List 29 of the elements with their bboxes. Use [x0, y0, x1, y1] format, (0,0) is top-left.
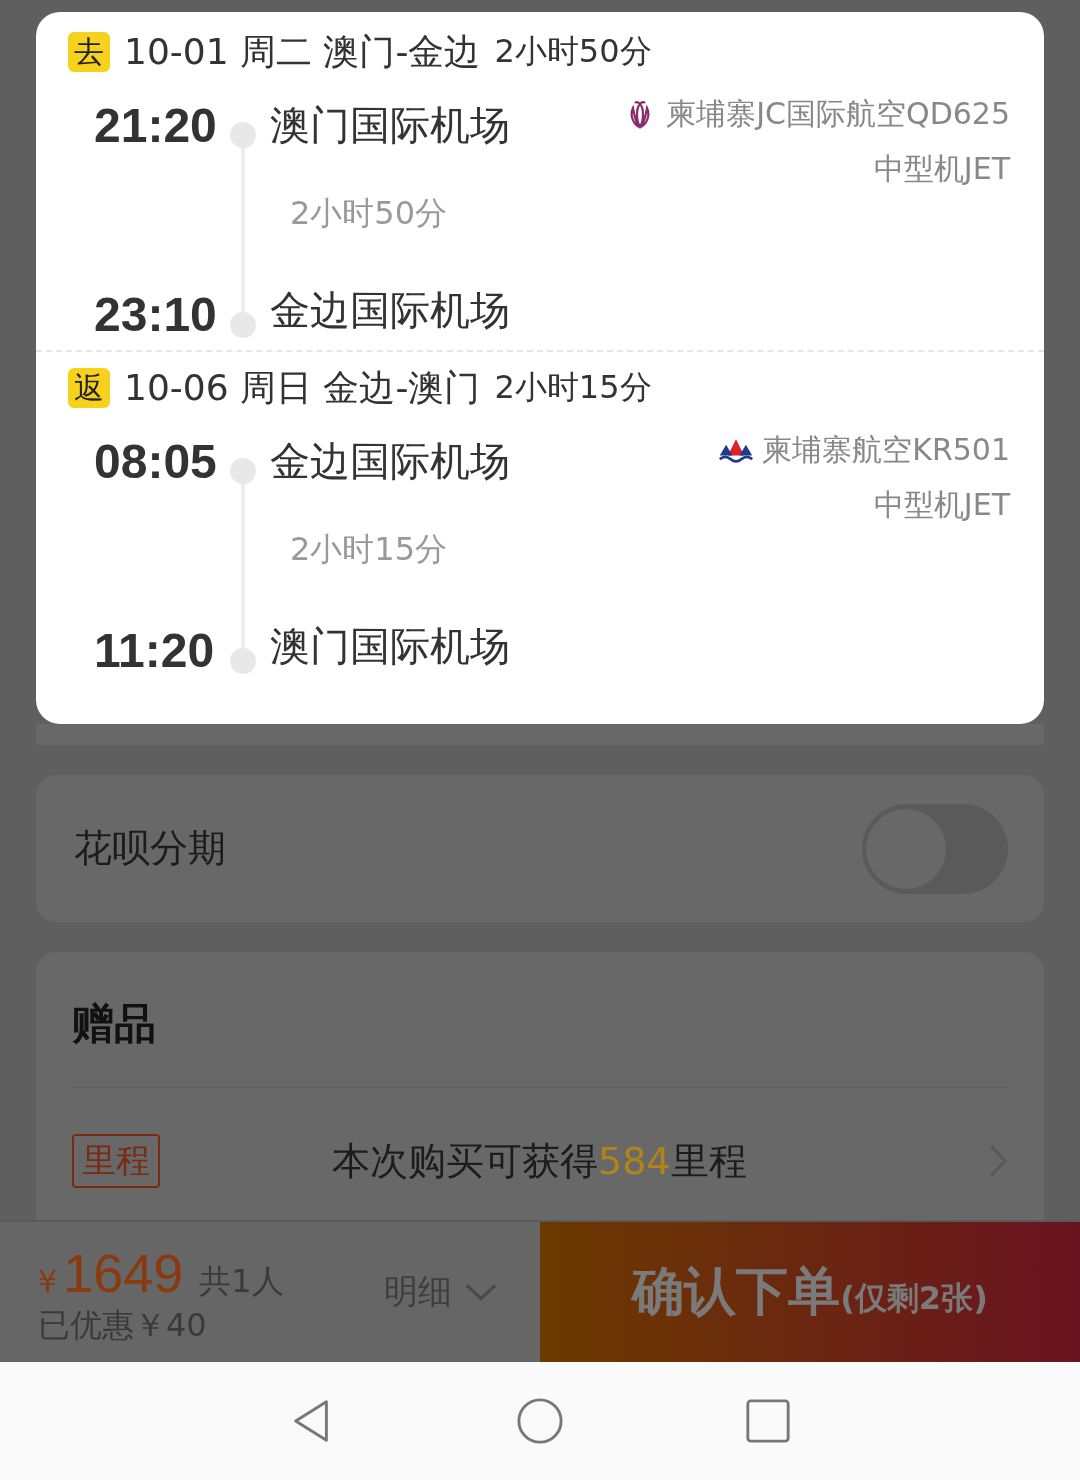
mileage-text: 本次购买可获得584里程	[332, 1137, 748, 1185]
flight-duration: 2小时50分	[289, 193, 449, 234]
departure-time: 08:05	[93, 433, 218, 489]
arrival-time: 11:20	[93, 623, 216, 679]
currency-sign: ¥	[38, 1264, 58, 1299]
arrival-airport: 澳门国际机场	[269, 622, 510, 671]
home-icon[interactable]	[516, 1397, 564, 1445]
airline-flight: 柬埔寨JC国际航空QD625	[666, 95, 1010, 133]
departure-time: 21:20	[93, 97, 218, 153]
total-price: 1649	[63, 1242, 184, 1304]
aircraft-type: 中型机JET	[873, 486, 1010, 524]
arrival-airport: 金边国际机场	[269, 286, 510, 335]
leg-title: 10-01 周二 澳门-金边	[124, 29, 481, 74]
leg-duration: 2小时15分	[494, 367, 652, 408]
direction-tag: 去	[68, 32, 110, 72]
departure-airport: 金边国际机场	[269, 436, 510, 486]
installment-label: 花呗分期	[74, 825, 226, 872]
leg-duration: 2小时50分	[494, 31, 652, 72]
leg-title: 10-06 周日 金边-澳门	[124, 365, 481, 410]
gift-title: 赠品	[72, 998, 156, 1050]
flight-duration: 2小时15分	[289, 529, 449, 570]
direction-tag: 返	[68, 368, 110, 408]
confirm-order-button[interactable]: 确认下单(仅剩2张)	[540, 1222, 1080, 1362]
airline-flight: 柬埔寨航空KR501	[762, 431, 1010, 469]
aircraft-type: 中型机JET	[873, 150, 1010, 188]
departure-airport: 澳门国际机场	[269, 100, 510, 150]
arrival-time: 23:10	[93, 287, 218, 343]
recents-icon[interactable]	[744, 1397, 792, 1445]
mileage-tag: 里程	[72, 1134, 160, 1188]
